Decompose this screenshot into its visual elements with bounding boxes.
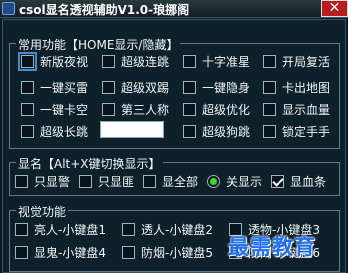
- option-super-optimize[interactable]: 超级优化: [183, 100, 250, 118]
- checkbox-anti-smoke[interactable]: [122, 245, 135, 259]
- option-reveal-ghosts[interactable]: 显鬼-小键盘4: [15, 243, 106, 261]
- checkbox-third-person[interactable]: [102, 102, 115, 116]
- option-lock-hands[interactable]: 锁定手手: [263, 122, 330, 140]
- option-show-police-only[interactable]: 只显警: [15, 172, 70, 190]
- checkbox-super-optimize[interactable]: [183, 102, 196, 116]
- app-icon: [2, 2, 15, 15]
- option-super-double-kick[interactable]: 超级双踢: [102, 78, 169, 96]
- option-hide-display[interactable]: 关显示: [207, 172, 262, 190]
- option-anti-smoke[interactable]: 防烟-小键盘5: [122, 243, 213, 261]
- long-jump-value-input[interactable]: [100, 121, 164, 138]
- checkbox-super-double-kick[interactable]: [102, 80, 115, 94]
- checkbox-new-night-vision[interactable]: [18, 51, 37, 71]
- option-show-health[interactable]: 显示血量: [263, 100, 330, 118]
- close-button[interactable]: ✕: [321, 0, 348, 17]
- checkbox-super-bunny-hop[interactable]: [102, 54, 115, 68]
- checkbox-see-through-players[interactable]: [122, 222, 135, 236]
- checkbox-one-key-buy-grenade[interactable]: [21, 80, 34, 94]
- option-highlight-players[interactable]: 亮人-小键盘1: [15, 220, 106, 238]
- checkbox-reveal-ghosts[interactable]: [15, 245, 28, 259]
- checkbox-highlight-players[interactable]: [15, 222, 28, 236]
- checkbox-show-health[interactable]: [263, 102, 276, 116]
- checkbox-lock-hands[interactable]: [263, 124, 276, 138]
- option-one-key-air-stuck[interactable]: 一键卡空: [21, 100, 88, 118]
- checkbox-clip-out-of-map[interactable]: [263, 80, 276, 94]
- checkbox-super-dog-jump[interactable]: [183, 124, 196, 138]
- option-super-long-jump[interactable]: 超级长跳: [21, 122, 88, 140]
- checkbox-super-long-jump[interactable]: [21, 124, 34, 138]
- option-third-person[interactable]: 第三人称: [102, 100, 169, 118]
- title-bar[interactable]: csol显名透视辅助V1.0-琅挪阁 ✕: [0, 0, 348, 18]
- option-one-key-stealth[interactable]: 一键隐身: [183, 78, 250, 96]
- radio-hide-display[interactable]: [207, 174, 220, 188]
- option-see-through-players[interactable]: 透人-小键盘2: [122, 220, 213, 238]
- group-name-legend: 显名【Alt+X键切换显示】: [16, 155, 163, 172]
- group-vision-legend: 视觉功能: [16, 203, 69, 220]
- checkbox-crosshair[interactable]: [183, 54, 196, 68]
- option-round-start-revive[interactable]: 开局复活: [263, 52, 330, 70]
- option-one-key-buy-grenade[interactable]: 一键买雷: [21, 78, 88, 96]
- option-show-bandit-only[interactable]: 只显匪: [79, 172, 134, 190]
- checkbox-show-all[interactable]: [143, 174, 156, 188]
- group-common-legend: 常用功能【HOME显示/隐藏】: [16, 36, 181, 53]
- checkbox-one-key-stealth[interactable]: [183, 80, 196, 94]
- checkbox-show-police-only[interactable]: [15, 174, 28, 188]
- option-clip-out-of-map[interactable]: 卡出地图: [263, 78, 330, 96]
- option-super-dog-jump[interactable]: 超级狗跳: [183, 122, 250, 140]
- checkbox-show-health-bar[interactable]: [271, 174, 284, 188]
- option-crosshair[interactable]: 十字准星: [183, 52, 250, 70]
- option-show-health-bar[interactable]: 显血条: [271, 172, 326, 190]
- checkbox-one-key-air-stuck[interactable]: [21, 102, 34, 116]
- option-show-all[interactable]: 显全部: [143, 172, 198, 190]
- watermark-logo: 最需教育: [228, 235, 316, 259]
- option-new-night-vision[interactable]: 新版夜视: [18, 51, 88, 71]
- checkbox-round-start-revive[interactable]: [263, 54, 276, 68]
- option-super-bunny-hop[interactable]: 超级连跳: [102, 52, 169, 70]
- checkbox-show-bandit-only[interactable]: [79, 174, 92, 188]
- window-title: csol显名透视辅助V1.0-琅挪阁: [19, 3, 190, 17]
